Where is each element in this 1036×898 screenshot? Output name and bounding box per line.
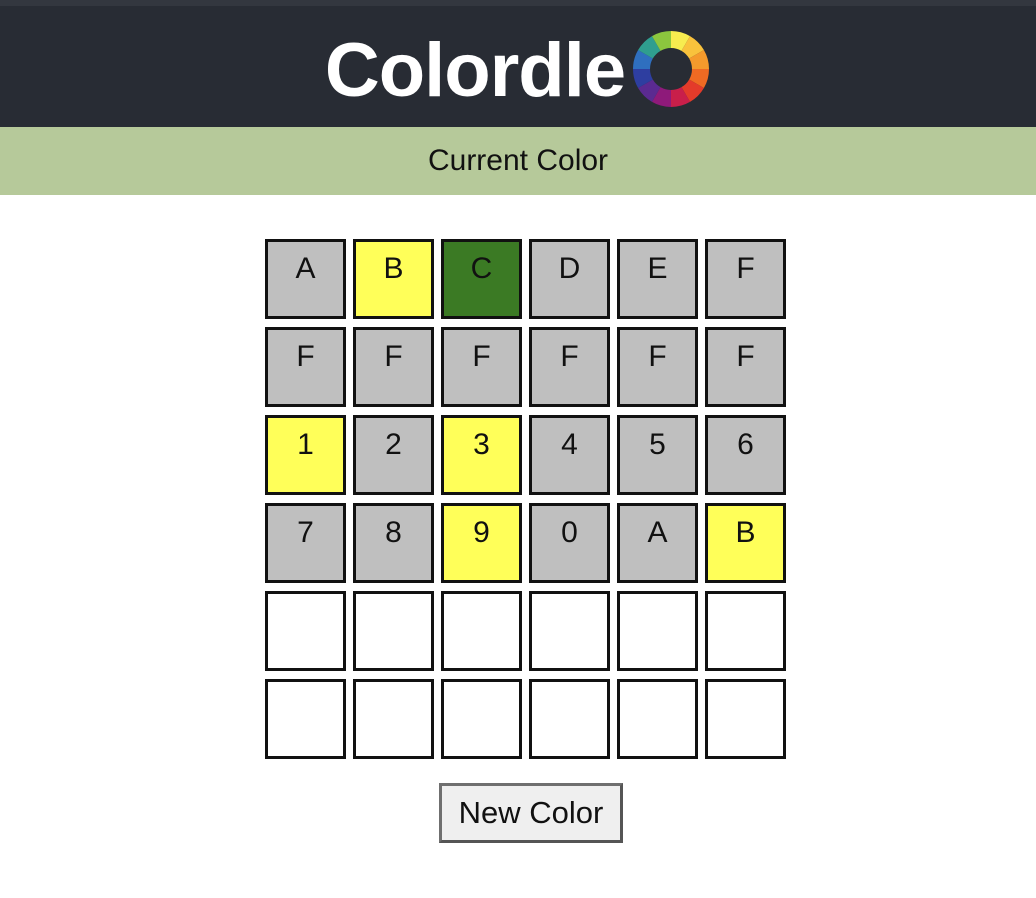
grid-tile: D — [529, 239, 610, 319]
grid-tile — [617, 679, 698, 759]
app-header: Colordle — [0, 0, 1036, 127]
grid-tile — [441, 679, 522, 759]
grid-tile: E — [617, 239, 698, 319]
grid-tile: 3 — [441, 415, 522, 495]
grid-tile: B — [705, 503, 786, 583]
grid-tile: F — [705, 327, 786, 407]
grid-tile: F — [529, 327, 610, 407]
current-color-banner: Current Color — [0, 127, 1036, 195]
grid-tile: F — [617, 327, 698, 407]
grid-tile: A — [265, 239, 346, 319]
grid-tile — [529, 679, 610, 759]
guess-grid: ABCDEFFFFFFF1234567890AB — [265, 239, 787, 759]
grid-tile: A — [617, 503, 698, 583]
grid-tile: 8 — [353, 503, 434, 583]
app-title: Colordle — [324, 28, 626, 113]
grid-tile: F — [441, 327, 522, 407]
grid-tile — [529, 591, 610, 671]
grid-tile: F — [705, 239, 786, 319]
grid-tile: B — [353, 239, 434, 319]
grid-tile — [617, 591, 698, 671]
controls: New Color — [0, 783, 1036, 843]
grid-tile — [265, 591, 346, 671]
grid-tile: 5 — [617, 415, 698, 495]
grid-tile — [441, 591, 522, 671]
grid-tile: 1 — [265, 415, 346, 495]
grid-tile: 0 — [529, 503, 610, 583]
grid-tile: F — [353, 327, 434, 407]
grid-tile — [353, 679, 434, 759]
grid-tile: 2 — [353, 415, 434, 495]
grid-tile: 6 — [705, 415, 786, 495]
grid-tile — [265, 679, 346, 759]
grid-tile: C — [441, 239, 522, 319]
grid-tile: F — [265, 327, 346, 407]
grid-tile: 7 — [265, 503, 346, 583]
title-wrap: Colordle — [0, 28, 1036, 114]
grid-tile: 4 — [529, 415, 610, 495]
grid-tile — [705, 591, 786, 671]
new-color-button[interactable]: New Color — [439, 783, 623, 843]
grid-tile — [705, 679, 786, 759]
grid-tile: 9 — [441, 503, 522, 583]
grid-tile — [353, 591, 434, 671]
color-wheel-icon — [633, 31, 710, 107]
